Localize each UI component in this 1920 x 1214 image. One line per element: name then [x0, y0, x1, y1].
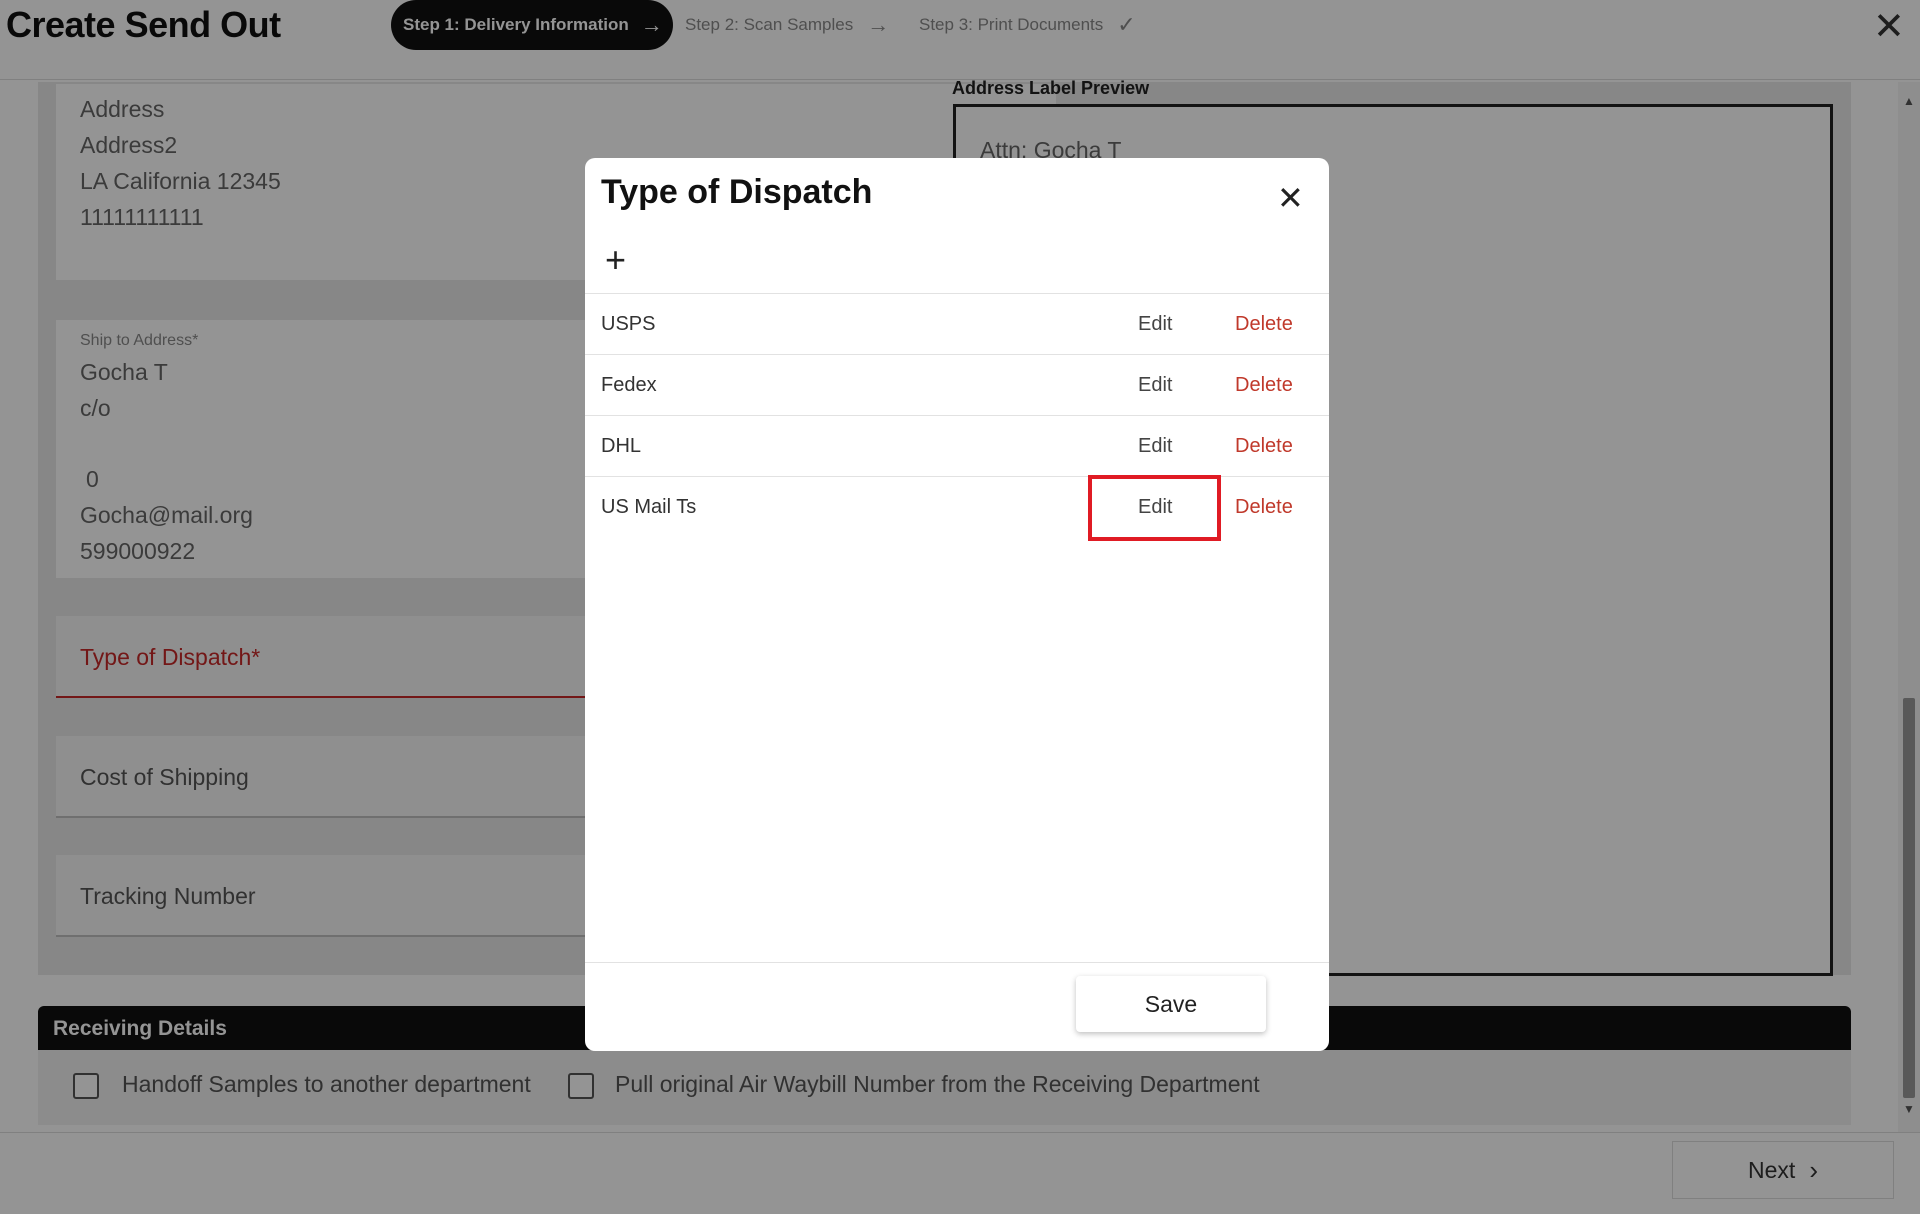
delete-button[interactable]: Delete: [1235, 435, 1293, 458]
delete-button[interactable]: Delete: [1235, 374, 1293, 397]
dialog-title: Type of Dispatch: [601, 173, 873, 211]
dispatch-type-name: Fedex: [601, 374, 657, 396]
dispatch-type-name: US Mail Ts: [601, 496, 697, 518]
dispatch-type-name: USPS: [601, 313, 656, 335]
dispatch-type-name: DHL: [601, 435, 642, 457]
edit-button[interactable]: Edit: [1138, 374, 1172, 397]
list-item: USPS Edit Delete: [585, 293, 1329, 354]
edit-button-highlight: [1088, 475, 1221, 541]
type-of-dispatch-dialog: Type of Dispatch ✕ + USPS Edit Delete Fe…: [585, 158, 1329, 1051]
save-button[interactable]: Save: [1076, 976, 1266, 1032]
edit-button[interactable]: Edit: [1138, 313, 1172, 336]
close-icon[interactable]: ✕: [1277, 182, 1304, 214]
edit-button[interactable]: Edit: [1138, 435, 1172, 458]
list-item: Fedex Edit Delete: [585, 354, 1329, 415]
list-item: DHL Edit Delete: [585, 415, 1329, 476]
delete-button[interactable]: Delete: [1235, 313, 1293, 336]
dialog-footer: Save: [585, 962, 1329, 1051]
delete-button[interactable]: Delete: [1235, 496, 1293, 519]
plus-icon[interactable]: +: [605, 242, 626, 278]
